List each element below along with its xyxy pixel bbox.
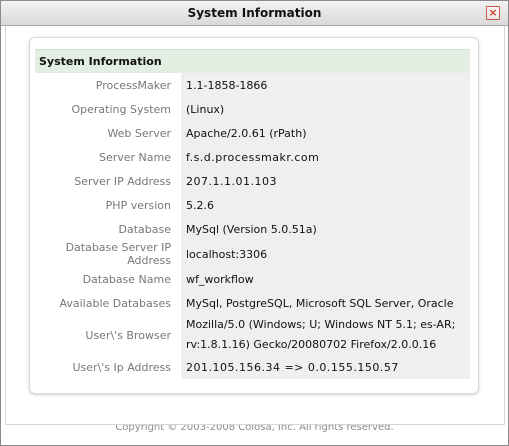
row-label: ProcessMaker: [95, 78, 171, 92]
row-label: Server IP Address: [74, 174, 171, 188]
row-value: Mozilla/5.0 (Windows; U; Windows NT 5.1;…: [181, 315, 470, 355]
row-value: 1.1-1858-1866: [181, 73, 470, 97]
row-label: Database: [118, 222, 172, 236]
row-label: Server Name: [98, 150, 171, 164]
close-button[interactable]: ×: [486, 6, 500, 20]
table-row: Server Name f.s.d.processmakr.com: [35, 145, 470, 169]
row-label: Available Databases: [59, 296, 171, 310]
table-row: Database Server IP Address localhost:330…: [35, 241, 470, 267]
row-label: PHP version: [105, 198, 171, 212]
table-row: PHP version 5.2.6: [35, 193, 470, 217]
info-section: System Information ProcessMaker 1.1-1858…: [35, 49, 470, 379]
table-row: Web Server Apache/2.0.61 (rPath): [35, 121, 470, 145]
row-label: Database Name: [82, 272, 171, 286]
row-value: (Linux): [181, 97, 470, 121]
row-value: MySql, PostgreSQL, Microsoft SQL Server,…: [181, 291, 470, 315]
row-value: localhost:3306: [181, 241, 470, 267]
row-value: Apache/2.0.61 (rPath): [181, 121, 470, 145]
table-row: User\'s Browser Mozilla/5.0 (Windows; U;…: [35, 315, 470, 355]
table-row: Database Name wf_workflow: [35, 267, 470, 291]
row-label: Database Server IP Address: [65, 241, 171, 267]
browser-line-1: Mozilla/5.0 (Windows; U; Windows NT 5.1;…: [186, 318, 456, 331]
close-icon: ×: [488, 6, 498, 19]
table-row: ProcessMaker 1.1-1858-1866: [35, 73, 470, 97]
row-value: 201.105.156.34 => 0.0.155.150.57: [181, 355, 470, 379]
table-row: Operating System (Linux): [35, 97, 470, 121]
dialog-titlebar[interactable]: System Information ×: [1, 1, 508, 26]
section-title: System Information: [35, 49, 470, 73]
system-info-table: ProcessMaker 1.1-1858-1866 Operating Sys…: [35, 73, 470, 379]
row-label: User\'s Browser: [85, 328, 171, 342]
row-value: wf_workflow: [181, 267, 470, 291]
row-label: Operating System: [71, 102, 171, 116]
table-row: Database MySql (Version 5.0.51a): [35, 217, 470, 241]
table-row: Available Databases MySql, PostgreSQL, M…: [35, 291, 470, 315]
row-value: 207.1.1.01.103: [181, 169, 470, 193]
row-value: MySql (Version 5.0.51a): [181, 217, 470, 241]
table-row: User\'s Ip Address 201.105.156.34 => 0.0…: [35, 355, 470, 379]
dialog-title: System Information: [187, 6, 322, 20]
row-value: 5.2.6: [181, 193, 470, 217]
row-label: User\'s Ip Address: [72, 360, 171, 374]
browser-line-2: rv:1.8.1.16) Gecko/20080702 Firefox/2.0.…: [186, 338, 437, 351]
table-row: Server IP Address 207.1.1.01.103: [35, 169, 470, 193]
row-value: f.s.d.processmakr.com: [181, 145, 470, 169]
system-information-dialog: System Information × Copyright © 2003-20…: [0, 0, 509, 446]
row-label: Web Server: [107, 126, 171, 140]
